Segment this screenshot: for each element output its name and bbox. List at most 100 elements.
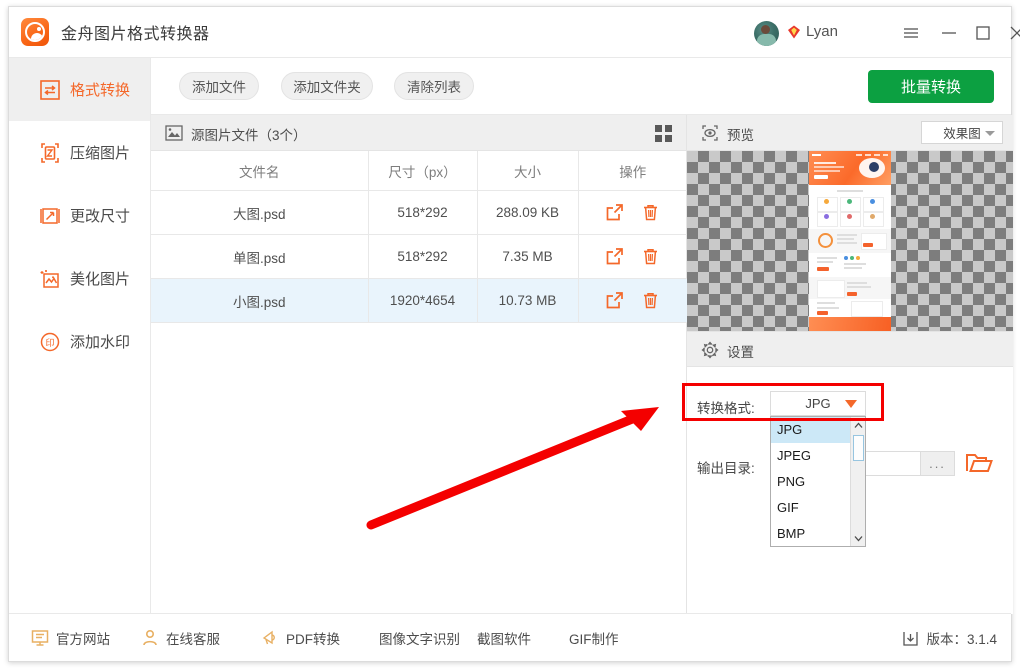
clear-list-button[interactable]: 清除列表 [394, 72, 474, 100]
resize-image-icon [39, 205, 61, 227]
format-dropdown-list[interactable]: JPG JPEG PNG GIF BMP [770, 416, 866, 547]
version-label: 版本：3.1.4 [926, 628, 997, 648]
format-select-value: JPG [805, 396, 830, 411]
footer-item-pdf[interactable]: PDF转换 [261, 628, 340, 648]
cell-actions [578, 279, 687, 323]
footer-label: 截图软件 [477, 628, 531, 648]
column-header-filename: 文件名 [151, 151, 368, 191]
close-icon[interactable] [1005, 21, 1020, 45]
cell-dimensions: 518*292 [368, 191, 477, 235]
sidebar-item-label: 美化图片 [70, 268, 130, 289]
dropdown-option-jpeg[interactable]: JPEG [771, 443, 851, 469]
preview-mode-value: 效果图 [943, 123, 981, 142]
settings-title: 设置 [727, 341, 754, 361]
open-folder-icon[interactable] [964, 448, 994, 478]
file-list-title: 源图片文件（3个） [191, 124, 307, 144]
scroll-down-arrow[interactable] [851, 531, 865, 545]
hamburger-menu-icon[interactable] [899, 21, 923, 45]
beautify-image-icon [39, 268, 61, 290]
footer: 官方网站 在线客服 PDF转换 图像文字识别 截图软件 GIF制作 [9, 613, 1011, 661]
minimize-icon[interactable] [937, 21, 961, 45]
megaphone-icon [261, 629, 279, 647]
file-table: 文件名 尺寸（px） 大小 操作 大图.psd 518*292 288.09 K… [151, 151, 687, 323]
vip-diamond-icon [786, 24, 802, 40]
table-row[interactable]: 大图.psd 518*292 288.09 KB [151, 191, 687, 235]
sidebar-item-label: 压缩图片 [70, 142, 130, 163]
footer-label: 官方网站 [56, 628, 110, 648]
footer-item-gif[interactable]: GIF制作 [569, 628, 619, 648]
cell-filename: 小图.psd [151, 279, 368, 323]
title-bar: 金舟图片格式转换器 Lyan [9, 7, 1011, 58]
browse-button[interactable]: ... [920, 452, 954, 475]
column-header-filesize: 大小 [477, 151, 578, 191]
trash-icon[interactable] [641, 247, 660, 266]
preview-canvas [687, 151, 1013, 339]
caret-down-icon [845, 400, 857, 408]
format-convert-icon [39, 79, 61, 101]
dropdown-option-jpg[interactable]: JPG [771, 417, 851, 443]
footer-item-website[interactable]: 官方网站 [31, 628, 110, 648]
file-list-panel: 源图片文件（3个） 文件名 尺寸（px） 大小 操作 大图.psd 518*29… [151, 115, 687, 614]
sidebar-item-resize[interactable]: 更改尺寸 [9, 184, 150, 247]
add-file-button[interactable]: 添加文件 [179, 72, 259, 100]
dropdown-option-png[interactable]: PNG [771, 469, 851, 495]
cell-filesize: 7.35 MB [477, 235, 578, 279]
footer-item-ocr[interactable]: 图像文字识别 [379, 628, 460, 648]
table-header-row: 文件名 尺寸（px） 大小 操作 [151, 151, 687, 191]
cell-actions [578, 235, 687, 279]
watermark-icon: 印 [39, 331, 61, 353]
preview-header: 预览 效果图 [687, 115, 1013, 151]
cell-filesize: 288.09 KB [477, 191, 578, 235]
dropdown-option-gif[interactable]: GIF [771, 495, 851, 521]
version-info[interactable]: 版本：3.1.4 [902, 628, 997, 648]
sidebar-item-beautify[interactable]: 美化图片 [9, 247, 150, 310]
maximize-icon[interactable] [971, 21, 995, 45]
column-header-actions: 操作 [578, 151, 687, 191]
preview-title: 预览 [727, 124, 754, 144]
output-dir-label: 输出目录: [697, 457, 755, 477]
batch-convert-button[interactable]: 批量转换 [868, 70, 994, 103]
open-external-icon[interactable] [605, 203, 624, 222]
person-icon [141, 629, 159, 647]
trash-icon[interactable] [641, 203, 660, 222]
svg-text:印: 印 [45, 337, 54, 348]
cell-dimensions: 518*292 [368, 235, 477, 279]
settings-panel: 设置 转换格式: JPG JPG JPEG PNG GIF BMP [687, 331, 1013, 614]
dropdown-option-bmp[interactable]: BMP [771, 521, 851, 547]
chevron-down-icon [985, 131, 995, 136]
preview-mode-select[interactable]: 效果图 [921, 121, 1003, 144]
footer-item-support[interactable]: 在线客服 [141, 628, 220, 648]
sidebar-item-label: 添加水印 [70, 331, 130, 352]
trash-icon[interactable] [641, 291, 660, 310]
app-title: 金舟图片格式转换器 [61, 20, 210, 44]
open-external-icon[interactable] [605, 291, 624, 310]
format-label: 转换格式: [697, 397, 755, 417]
sidebar-item-compress[interactable]: 压缩图片 [9, 121, 150, 184]
sidebar-item-format-convert[interactable]: 格式转换 [9, 58, 150, 121]
format-select[interactable]: JPG [770, 391, 866, 416]
user-name: Lyan [806, 23, 838, 40]
avatar[interactable] [754, 21, 779, 46]
open-external-icon[interactable] [605, 247, 624, 266]
image-file-icon [165, 124, 183, 142]
monitor-icon [31, 629, 49, 647]
cell-filesize: 10.73 MB [477, 279, 578, 323]
footer-label: PDF转换 [286, 628, 340, 648]
dropdown-options: JPG JPEG PNG GIF BMP [771, 417, 851, 546]
application-window: 金舟图片格式转换器 Lyan 格式转换 [8, 6, 1012, 662]
preview-eye-icon [701, 124, 719, 142]
footer-item-screenshot[interactable]: 截图软件 [477, 628, 531, 648]
preview-thumbnail [809, 151, 891, 339]
sidebar-item-watermark[interactable]: 印 添加水印 [9, 310, 150, 373]
toolbar: 添加文件 添加文件夹 清除列表 批量转换 [151, 58, 1011, 115]
add-folder-button[interactable]: 添加文件夹 [281, 72, 373, 100]
dropdown-scrollbar[interactable] [850, 417, 865, 546]
scroll-up-arrow[interactable] [851, 418, 865, 432]
app-logo-icon [21, 18, 49, 46]
column-header-dimensions: 尺寸（px） [368, 151, 477, 191]
scrollbar-thumb[interactable] [853, 435, 864, 461]
table-row[interactable]: 单图.psd 518*292 7.35 MB [151, 235, 687, 279]
grid-view-icon[interactable] [655, 125, 672, 142]
table-row[interactable]: 小图.psd 1920*4654 10.73 MB [151, 279, 687, 323]
cell-filename: 单图.psd [151, 235, 368, 279]
